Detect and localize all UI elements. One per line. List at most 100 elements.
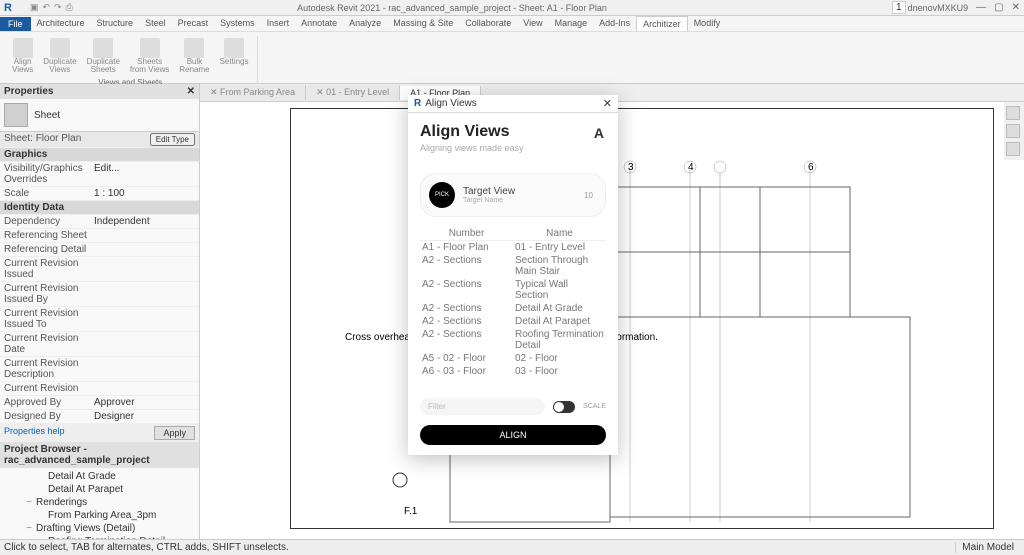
file-menu[interactable]: File bbox=[0, 17, 31, 31]
project-browser-tree[interactable]: Detail At GradeDetail At Parapet−Renderi… bbox=[0, 468, 199, 539]
ribbon-tab-add-ins[interactable]: Add-Ins bbox=[593, 16, 636, 31]
tree-item[interactable]: From Parking Area_3pm bbox=[2, 509, 197, 522]
ribbon-btn-duplicate[interactable]: DuplicateViews bbox=[39, 36, 80, 76]
qat-undo-icon[interactable]: ↶ bbox=[43, 2, 51, 13]
property-row[interactable]: Current Revision Description bbox=[0, 357, 199, 382]
property-value[interactable] bbox=[94, 358, 195, 380]
panel-close-icon[interactable]: ✕ bbox=[187, 86, 195, 97]
ribbon-btn-bulk[interactable]: BulkRename bbox=[175, 36, 213, 76]
property-value[interactable] bbox=[94, 333, 195, 355]
row-number: A2 - Sections bbox=[420, 278, 513, 302]
property-value[interactable]: 1 : 100 bbox=[94, 188, 195, 199]
property-key: Referencing Sheet bbox=[4, 230, 94, 241]
view-tab[interactable]: ✕ From Parking Area bbox=[200, 85, 306, 100]
ribbon-btn-sheets[interactable]: Sheetsfrom Views bbox=[126, 36, 173, 76]
table-row[interactable]: A2 - SectionsDetail At Grade bbox=[420, 302, 606, 315]
align-views-dialog: R Align Views ✕ Align Views Aligning vie… bbox=[408, 95, 618, 455]
ribbon-tab-architecture[interactable]: Architecture bbox=[31, 16, 91, 31]
instance-filter: Sheet: Floor Plan Edit Type bbox=[0, 132, 199, 148]
property-row[interactable]: Scale1 : 100 bbox=[0, 187, 199, 201]
property-value[interactable]: Independent bbox=[94, 216, 195, 227]
edit-type-button[interactable]: Edit Type bbox=[150, 133, 195, 146]
row-number: A2 - Sections bbox=[420, 254, 513, 278]
nav-wheel-icon[interactable] bbox=[1006, 142, 1020, 156]
property-value[interactable]: Approver bbox=[94, 397, 195, 408]
ribbon-btn-duplicate[interactable]: DuplicateSheets bbox=[83, 36, 124, 76]
ribbon-tab-collaborate[interactable]: Collaborate bbox=[459, 16, 517, 31]
tree-item[interactable]: Detail At Grade bbox=[2, 470, 197, 483]
table-row[interactable]: A2 - SectionsRoofing Termination Detail bbox=[420, 328, 606, 352]
qat-print-icon[interactable]: ⎙ bbox=[66, 2, 73, 13]
row-number: A6 - 03 - Floor bbox=[420, 365, 513, 378]
dialog-close-icon[interactable]: ✕ bbox=[603, 97, 612, 110]
property-row[interactable]: Current Revision Issued bbox=[0, 257, 199, 282]
pick-button[interactable]: PICK bbox=[429, 182, 455, 208]
ribbon-tab-annotate[interactable]: Annotate bbox=[295, 16, 343, 31]
property-value[interactable] bbox=[94, 283, 195, 305]
ribbon-tab-insert[interactable]: Insert bbox=[261, 16, 296, 31]
property-value[interactable]: Designer bbox=[94, 411, 195, 422]
user-account[interactable]: dnenovMXKU9 bbox=[908, 3, 969, 13]
ribbon-tab-massing-site[interactable]: Massing & Site bbox=[387, 16, 459, 31]
qat-save-icon[interactable]: ▣ bbox=[30, 2, 39, 13]
ribbon-tab-steel[interactable]: Steel bbox=[139, 16, 172, 31]
expander-icon[interactable]: − bbox=[26, 523, 36, 534]
close-button[interactable]: ✕ bbox=[1012, 2, 1020, 13]
apply-button[interactable]: Apply bbox=[154, 426, 195, 440]
property-row[interactable]: Referencing Sheet bbox=[0, 229, 199, 243]
ribbon-btn-settings[interactable]: Settings bbox=[216, 36, 253, 76]
ribbon-group-views-sheets: AlignViewsDuplicateViewsDuplicateSheetsS… bbox=[4, 36, 258, 87]
property-row[interactable]: Designed ByDesigner bbox=[0, 410, 199, 424]
maximize-button[interactable]: ▢ bbox=[994, 2, 1003, 13]
property-row[interactable]: Current Revision Date bbox=[0, 332, 199, 357]
scale-toggle[interactable] bbox=[553, 401, 575, 413]
property-value[interactable] bbox=[94, 230, 195, 241]
row-name: Detail At Parapet bbox=[513, 315, 606, 328]
ribbon-tab-precast[interactable]: Precast bbox=[172, 16, 215, 31]
nav-cube-icon[interactable] bbox=[1006, 124, 1020, 138]
property-value[interactable] bbox=[94, 383, 195, 394]
filter-input[interactable]: Filter bbox=[420, 398, 545, 415]
property-value[interactable] bbox=[94, 244, 195, 255]
property-row[interactable]: Visibility/Graphics OverridesEdit... bbox=[0, 162, 199, 187]
align-button[interactable]: ALIGN bbox=[420, 425, 606, 445]
table-row[interactable]: A2 - SectionsDetail At Parapet bbox=[420, 315, 606, 328]
ribbon-tab-manage[interactable]: Manage bbox=[549, 16, 594, 31]
ribbon-tab-view[interactable]: View bbox=[517, 16, 548, 31]
ribbon-tab-modify[interactable]: Modify bbox=[688, 16, 727, 31]
ribbon-tab-structure[interactable]: Structure bbox=[91, 16, 140, 31]
property-row[interactable]: Referencing Detail bbox=[0, 243, 199, 257]
type-selector[interactable]: Sheet bbox=[0, 99, 199, 132]
nav-home-icon[interactable] bbox=[1006, 106, 1020, 120]
tree-item[interactable]: −Renderings bbox=[2, 496, 197, 509]
properties-help-link[interactable]: Properties help bbox=[4, 426, 65, 440]
view-tab[interactable]: ✕ 01 - Entry Level bbox=[306, 85, 400, 100]
table-row[interactable]: A6 - 03 - Floor03 - Floor bbox=[420, 365, 606, 378]
tree-item[interactable]: −Drafting Views (Detail) bbox=[2, 522, 197, 535]
property-row[interactable]: Approved ByApprover bbox=[0, 396, 199, 410]
property-row[interactable]: Current Revision Issued To bbox=[0, 307, 199, 332]
property-row[interactable]: DependencyIndependent bbox=[0, 215, 199, 229]
ribbon-btn-align[interactable]: AlignViews bbox=[8, 36, 37, 76]
table-row[interactable]: A1 - Floor Plan01 - Entry Level bbox=[420, 241, 606, 254]
status-hint: Click to select, TAB for alternates, CTR… bbox=[4, 542, 289, 553]
property-row[interactable]: Current Revision Issued By bbox=[0, 282, 199, 307]
table-row[interactable]: A5 - 02 - Floor02 - Floor bbox=[420, 352, 606, 365]
table-row[interactable]: A2 - SectionsTypical Wall Section bbox=[420, 278, 606, 302]
table-row[interactable]: A2 - SectionsSection Through Main Stair bbox=[420, 254, 606, 278]
title-bar: R ▣ ↶ ↷ ⎙ Autodesk Revit 2021 - rac_adva… bbox=[0, 0, 1024, 16]
qat-redo-icon[interactable]: ↷ bbox=[54, 2, 62, 13]
notification-badge[interactable]: 1 bbox=[892, 1, 906, 14]
property-value[interactable]: Edit... bbox=[94, 163, 195, 185]
property-row[interactable]: Current Revision bbox=[0, 382, 199, 396]
ribbon-tab-analyze[interactable]: Analyze bbox=[343, 16, 387, 31]
ribbon-tab-systems[interactable]: Systems bbox=[214, 16, 261, 31]
target-view-card[interactable]: PICK Target View Target Name 10 bbox=[420, 173, 606, 217]
status-model[interactable]: Main Model bbox=[955, 542, 1020, 553]
ribbon-tab-architizer[interactable]: Architizer bbox=[636, 16, 688, 31]
tree-item[interactable]: Detail At Parapet bbox=[2, 483, 197, 496]
property-value[interactable] bbox=[94, 258, 195, 280]
minimize-button[interactable]: — bbox=[976, 2, 986, 13]
expander-icon[interactable]: − bbox=[26, 497, 36, 508]
property-value[interactable] bbox=[94, 308, 195, 330]
